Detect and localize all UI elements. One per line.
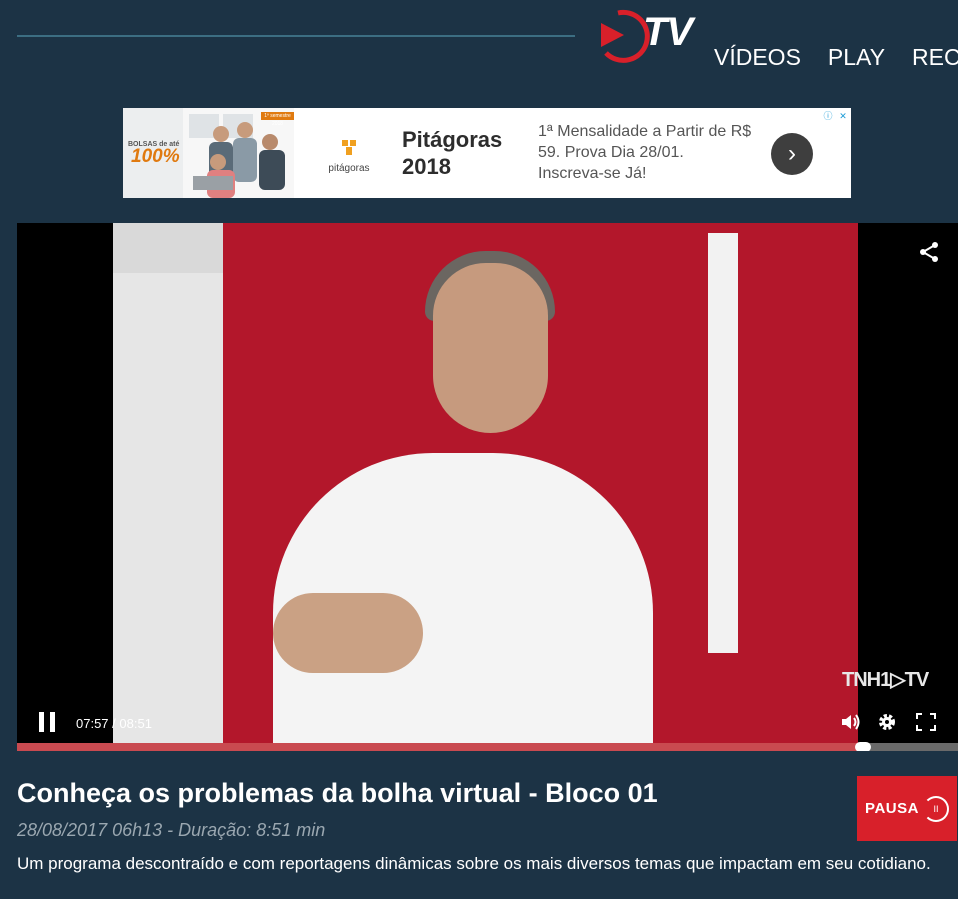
progress-bar[interactable] [17, 742, 958, 751]
volume-icon[interactable] [841, 713, 861, 731]
video-title: Conheça os problemas da bolha virtual - … [17, 778, 658, 808]
nav-item-rec[interactable]: REC [912, 44, 958, 71]
pause-icon[interactable] [37, 711, 57, 733]
program-badge-pause-icon: II [922, 795, 949, 822]
main-nav: VÍDEOS PLAY REC [714, 44, 958, 71]
gear-icon[interactable] [877, 712, 897, 732]
fullscreen-icon[interactable] [916, 713, 936, 731]
program-badge[interactable]: PAUSA II [857, 776, 957, 841]
ad-info-icon[interactable]: ⓘ [822, 110, 834, 122]
logo-text[interactable]: TV [643, 10, 693, 55]
ad-badge-value: 100% [131, 146, 180, 167]
ad-arrow-button[interactable]: › [771, 133, 813, 175]
progress-handle[interactable] [854, 742, 871, 751]
ad-close-icon[interactable]: ✕ [837, 110, 849, 122]
nav-item-play[interactable]: PLAY [828, 44, 885, 71]
player-controls: 07:57 / 08:51 [17, 699, 958, 743]
ad-title-line1: Pitágoras [402, 127, 503, 152]
pitagoras-logo-icon [342, 140, 356, 155]
ad-choices: ⓘ ✕ [822, 110, 849, 122]
ad-photo: 1º semestre 2018 BOLSAS de até 100% [123, 108, 294, 198]
current-time: 07:57 [76, 716, 109, 731]
progress-fill [17, 743, 863, 751]
ad-title: Pitágoras 2018 [402, 126, 502, 180]
nav-item-videos[interactable]: VÍDEOS [714, 44, 801, 71]
ad-logo-name: pitágoras [328, 163, 370, 174]
header-divider [17, 35, 575, 37]
channel-watermark: TNH1▷TV [842, 669, 929, 691]
ad-brand-logo: pitágoras [328, 138, 370, 174]
share-icon[interactable] [918, 241, 940, 263]
time-separator: / [108, 716, 120, 731]
video-frame[interactable] [113, 223, 858, 743]
ad-title-line2: 2018 [402, 154, 451, 179]
ad-text: 1ª Mensalidade a Partir de R$ 59. Prova … [538, 123, 752, 182]
program-badge-label: PAUSA [865, 800, 919, 817]
ad-photo-strip: 1º semestre 2018 [261, 112, 294, 127]
video-player[interactable]: TNH1▷TV 07:57 / 08:51 [17, 223, 958, 751]
total-duration: 08:51 [119, 716, 152, 731]
time-display: 07:57 / 08:51 [76, 716, 152, 731]
advertisement-banner[interactable]: 1º semestre 2018 BOLSAS de até 100% pitá… [123, 108, 851, 198]
video-description: Um programa descontraído e com reportage… [17, 854, 931, 873]
video-meta: 28/08/2017 06h13 - Duração: 8:51 min [17, 820, 326, 840]
